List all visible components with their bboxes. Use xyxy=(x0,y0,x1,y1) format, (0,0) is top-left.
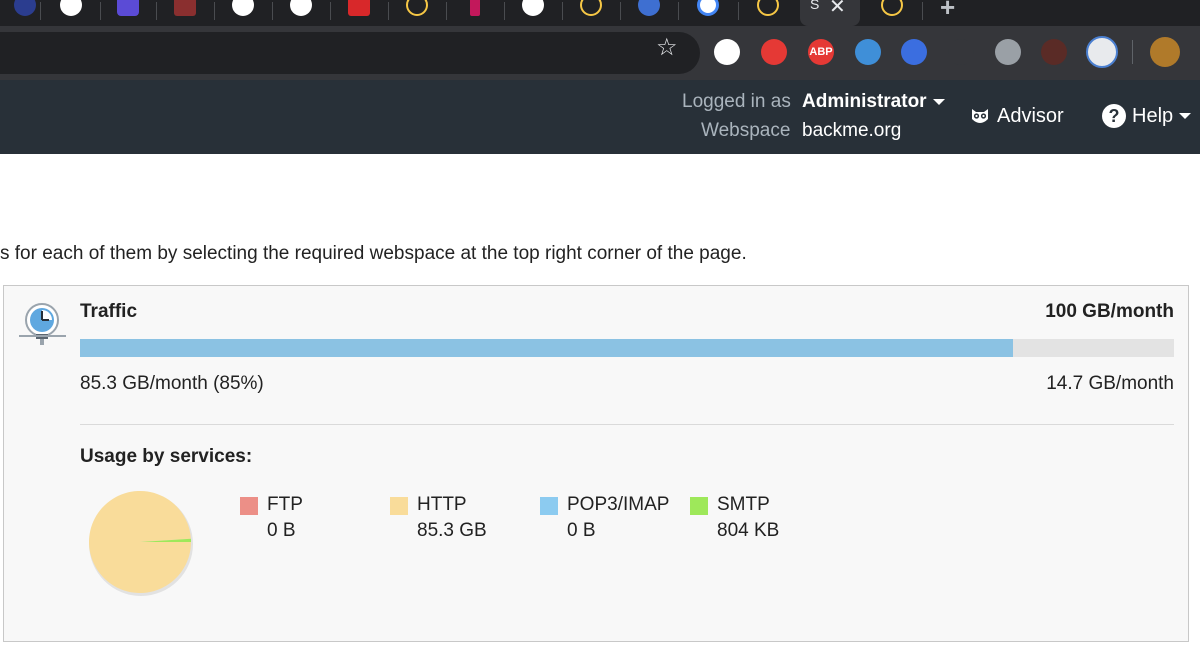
traffic-progress-fill xyxy=(80,339,1014,357)
tab-separator xyxy=(40,2,41,20)
owl-icon xyxy=(972,109,988,123)
z-favicon-icon xyxy=(470,0,480,16)
translate-icon[interactable] xyxy=(714,39,740,65)
tab-favicon-icon xyxy=(14,0,36,16)
paw-icon[interactable] xyxy=(948,39,974,65)
browser-tab[interactable] xyxy=(738,0,798,26)
service-value: 804 KB xyxy=(717,520,780,541)
service-value: 0 B xyxy=(267,520,296,541)
service-value: 0 B xyxy=(567,520,596,541)
legend-swatch xyxy=(690,497,708,515)
service-name: FTP xyxy=(267,494,303,515)
user-menu[interactable]: Administrator xyxy=(802,91,945,113)
webspace-label: Webspace xyxy=(701,120,791,141)
webspace-selector[interactable]: backme.org xyxy=(802,120,901,142)
toolbar-separator xyxy=(1132,40,1133,64)
browser-tab[interactable] xyxy=(156,0,215,26)
pdf-icon[interactable] xyxy=(1041,39,1067,65)
browser-tab[interactable] xyxy=(862,0,923,26)
star-icon[interactable]: ☆ xyxy=(656,33,678,62)
browser-tab[interactable] xyxy=(504,0,563,26)
chevron-down-icon xyxy=(1179,113,1192,119)
traffic-progress-bar xyxy=(80,339,1174,357)
new-tab-button[interactable]: + xyxy=(940,0,955,23)
traffic-used: 85.3 GB/month (85%) xyxy=(80,373,264,394)
image-favicon-icon xyxy=(174,0,196,16)
browser-tab[interactable] xyxy=(214,0,273,26)
chevron-down-icon xyxy=(932,98,945,105)
traffic-clock-icon xyxy=(19,303,66,345)
adblock-hand-icon[interactable] xyxy=(761,39,787,65)
service-value: 85.3 GB xyxy=(417,520,487,541)
browser-tab[interactable] xyxy=(388,0,447,26)
google-favicon-icon xyxy=(697,0,719,16)
close-tab-icon[interactable]: ✕ xyxy=(829,0,846,19)
advisor-label: Advisor xyxy=(997,104,1064,127)
bookmark-ext-icon[interactable] xyxy=(901,39,927,65)
traffic-panel: Traffic 100 GB/month 85.3 GB/month (85%)… xyxy=(3,285,1189,642)
legend-swatch xyxy=(390,497,408,515)
legend-swatch xyxy=(240,497,258,515)
globe-favicon-icon xyxy=(232,0,254,16)
browser-tab-strip: S ✕ + xyxy=(0,0,1200,26)
traffic-free: 14.7 GB/month xyxy=(1046,373,1174,394)
browser-tab[interactable] xyxy=(0,0,41,26)
users-favicon-icon xyxy=(406,0,428,16)
service-name: POP3/IMAP xyxy=(567,494,670,515)
browser-tab[interactable] xyxy=(330,0,389,26)
at-favicon-icon xyxy=(290,0,312,16)
divider xyxy=(80,424,1174,425)
browser-tab[interactable] xyxy=(100,0,157,26)
logged-in-label: Logged in as xyxy=(682,91,791,112)
address-bar[interactable] xyxy=(0,32,700,74)
usage-pie-chart xyxy=(89,491,193,596)
profile-avatar[interactable] xyxy=(1150,37,1180,67)
browser-tab[interactable] xyxy=(42,0,101,26)
abp-icon[interactable]: ABP xyxy=(808,39,834,65)
key-icon[interactable] xyxy=(995,39,1021,65)
user-name: Administrator xyxy=(802,91,927,112)
help-menu[interactable]: ? Help xyxy=(1102,102,1192,130)
shield-favicon-icon xyxy=(117,0,139,16)
pie-slice-http xyxy=(89,491,191,594)
intro-text: s for each of them by selecting the requ… xyxy=(0,243,747,264)
app-header: Logged in as Administrator Webspace back… xyxy=(0,80,1200,154)
ghostery-icon[interactable] xyxy=(855,39,881,65)
usage-title: Usage by services: xyxy=(80,446,253,467)
help-label: Help xyxy=(1132,104,1174,127)
users-favicon-icon xyxy=(580,0,602,16)
tab-separator xyxy=(922,2,923,20)
browser-tab[interactable] xyxy=(562,0,621,26)
browser-tab[interactable] xyxy=(446,0,505,26)
window-ext-icon[interactable] xyxy=(1086,36,1118,68)
globe-favicon-icon xyxy=(522,0,544,16)
service-name: HTTP xyxy=(417,494,467,515)
advisor-button[interactable]: Advisor xyxy=(969,102,1064,130)
help-icon: ? xyxy=(1102,104,1126,128)
browser-tab[interactable] xyxy=(678,0,739,26)
legend-swatch xyxy=(540,497,558,515)
browser-toolbar: ☆ ABP xyxy=(0,26,1200,80)
active-tab-title: S xyxy=(810,0,820,12)
ad-favicon-icon xyxy=(348,0,370,16)
traffic-title: Traffic xyxy=(80,301,138,322)
browser-tab[interactable] xyxy=(620,0,679,26)
traffic-limit: 100 GB/month xyxy=(1045,301,1174,322)
users-favicon-icon xyxy=(881,0,903,16)
browser-tab[interactable] xyxy=(272,0,331,26)
globe-favicon-icon xyxy=(60,0,82,16)
users-favicon-icon xyxy=(757,0,779,16)
active-browser-tab[interactable]: S ✕ xyxy=(800,0,860,26)
service-name: SMTP xyxy=(717,494,770,515)
shield-favicon-icon xyxy=(638,0,660,16)
